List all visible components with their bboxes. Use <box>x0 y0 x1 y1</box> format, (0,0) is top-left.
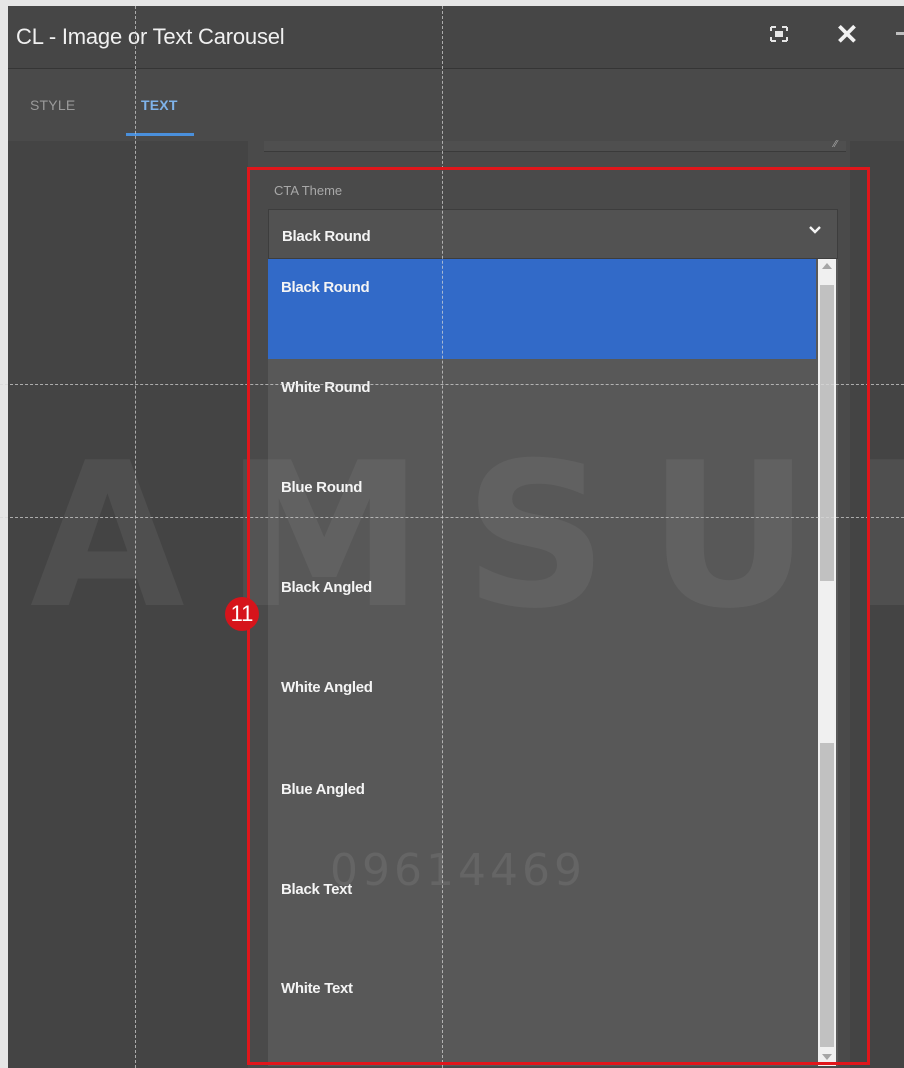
tab-text[interactable]: TEXT <box>141 97 178 113</box>
fullscreen-icon[interactable] <box>766 23 792 49</box>
fullscreen-icon-graphic <box>770 26 788 42</box>
resize-grip-icon[interactable]: ⁄⁄ <box>834 139 842 150</box>
page-margin-left <box>0 0 8 1068</box>
guide-line-vertical <box>135 6 136 1068</box>
dialog-title: CL - Image or Text Carousel <box>16 24 285 49</box>
more-icon[interactable] <box>896 32 904 35</box>
tab-bar: STYLE TEXT <box>8 69 904 141</box>
dialog-titlebar: CL - Image or Text Carousel ✕ <box>8 6 904 69</box>
tab-style[interactable]: STYLE <box>30 97 75 113</box>
annotation-highlight-box <box>247 167 870 1065</box>
textarea-bottom[interactable]: ⁄⁄ <box>264 139 846 152</box>
close-icon[interactable]: ✕ <box>834 20 860 50</box>
annotation-number-badge: 11 <box>225 597 259 631</box>
active-tab-indicator <box>126 133 194 136</box>
